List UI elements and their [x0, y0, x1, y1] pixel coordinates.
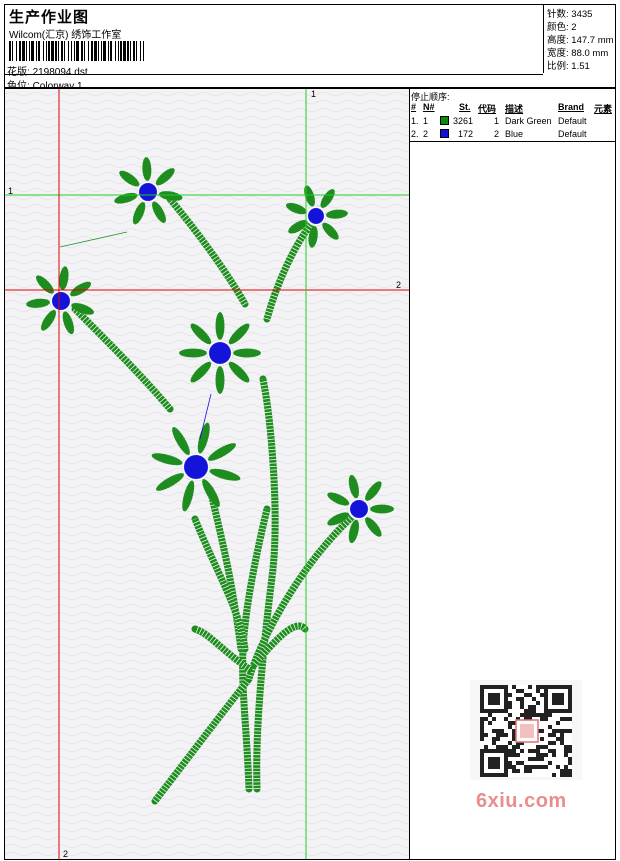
col-element: 元素 — [594, 104, 613, 114]
header-panel: 生产作业图 Wilcom(汇京) 绣饰工作室 花版: 2198094.dst 色… — [4, 4, 616, 92]
col-brand: Brand — [558, 102, 585, 112]
color-swatch — [440, 116, 449, 125]
guide-label-v2: 2 — [63, 849, 69, 859]
design-name: 花版: 2198094.dst — [7, 63, 88, 78]
page-title: 生产作业图 — [9, 9, 90, 26]
guide-label-v1: 1 — [311, 89, 317, 99]
barcode-icon — [9, 41, 144, 61]
embroidery-artwork — [5, 89, 409, 859]
col-stitches: St. — [459, 102, 471, 112]
stat-colors: 颜色: 2 — [547, 22, 577, 33]
col-needle: N# — [423, 102, 435, 112]
design-canvas[interactable]: 1 2 1 2 — [4, 88, 410, 860]
petal — [370, 504, 394, 514]
stat-stitches: 针数: 3435 — [547, 9, 593, 20]
color-swatch — [440, 129, 449, 138]
flower — [178, 311, 262, 395]
qr-code-icon — [480, 685, 572, 777]
studio-name: Wilcom(汇京) 绣饰工作室 — [9, 30, 122, 41]
watermark-brand: 6xiu.com — [476, 790, 567, 812]
stats-panel: 针数: 3435 颜色: 2 高度: 147.7 mm 宽度: 88.0 mm … — [543, 5, 616, 73]
header-divider — [5, 74, 543, 75]
stat-height: 高度: 147.7 mm — [547, 35, 614, 46]
flower-center — [209, 342, 231, 364]
stat-scale: 比例: 1.51 — [547, 61, 590, 72]
guide-label-h2: 2 — [396, 280, 402, 290]
col-code: 代码 — [478, 104, 497, 114]
col-description: 描述 — [505, 104, 524, 114]
stop-sequence-table: 停止顺序: # N# St. 代码 描述 Brand 元素 1. 1 3261 … — [410, 89, 615, 142]
stat-width: 宽度: 88.0 mm — [547, 48, 609, 59]
guide-label-h1: 1 — [8, 186, 14, 196]
col-index: # — [411, 102, 417, 112]
qr-code — [470, 680, 582, 780]
